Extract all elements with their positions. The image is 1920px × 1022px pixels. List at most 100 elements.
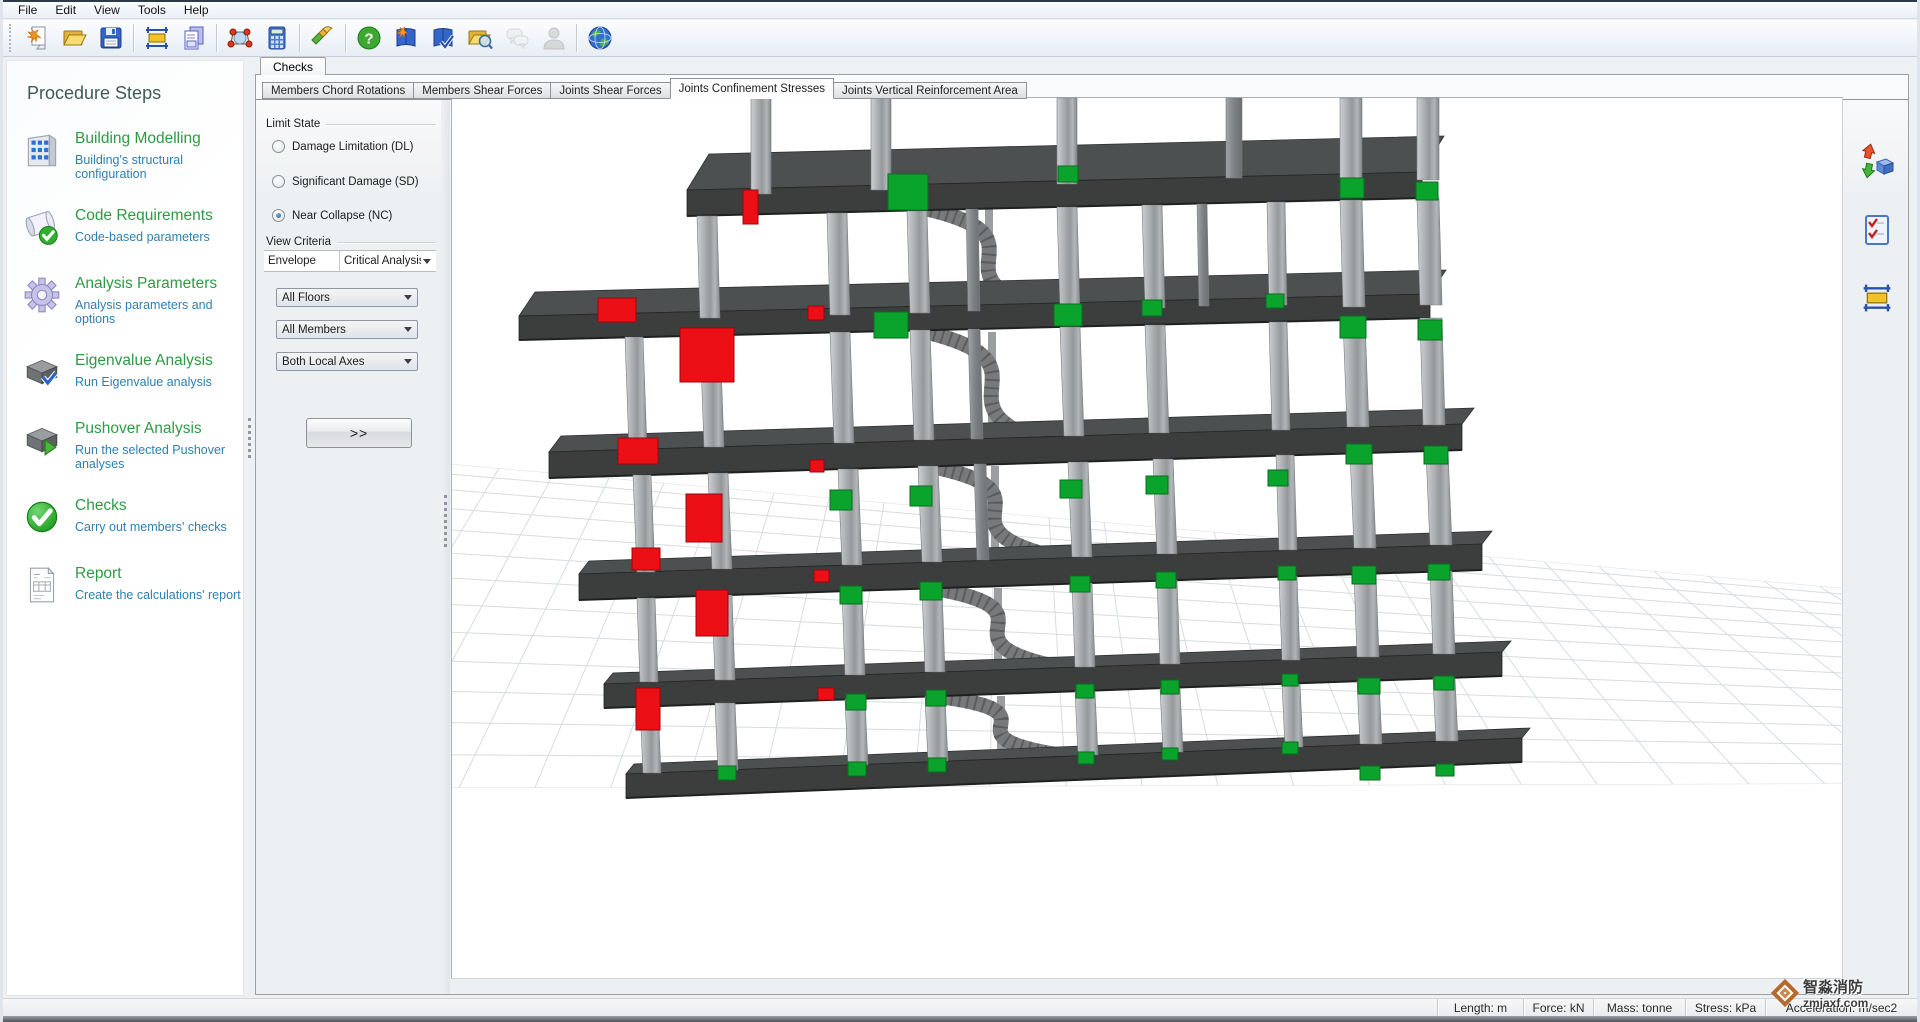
toolbar-separator xyxy=(345,24,346,52)
step-title: Checks xyxy=(75,497,127,514)
menu-help[interactable]: Help xyxy=(175,2,218,18)
local-axes-dropdown-value: Both Local Axes xyxy=(282,355,365,368)
step-subtitle: Code-based parameters xyxy=(75,230,210,244)
menu-bar: File Edit View Tools Help xyxy=(3,2,1917,19)
scroll-check-icon xyxy=(25,210,58,245)
sidebar-item-eigenvalue-analysis[interactable]: Eigenvalue Analysis Run Eigenvalue analys… xyxy=(19,326,243,394)
step-subtitle: Run the selected Pushover analyses xyxy=(75,443,226,471)
frame-element-icon xyxy=(1863,284,1891,312)
view-toolbar xyxy=(1846,97,1908,979)
sidebar-item-analysis-parameters[interactable]: Analysis Parameters Analysis parameters a… xyxy=(19,249,243,326)
toolbar-separator xyxy=(133,24,134,52)
step-subtitle: Run Eigenvalue analysis xyxy=(75,375,212,389)
checks-tab-page: Members Chord Rotations Members Shear Fo… xyxy=(255,74,1909,995)
subtab-members-chord-rotations[interactable]: Members Chord Rotations xyxy=(262,82,415,99)
envelope-label: Envelope xyxy=(264,251,340,271)
support-button[interactable] xyxy=(535,22,572,55)
splitter-handle-icon xyxy=(444,495,447,547)
new-project-button[interactable] xyxy=(18,22,55,55)
building-icon xyxy=(27,134,57,167)
step-subtitle: Create the calculations' report xyxy=(75,588,241,602)
sidebar-item-pushover-analysis[interactable]: Pushover Analysis Run the selected Pushov… xyxy=(19,394,243,471)
subtab-joints-confinement-stresses[interactable]: Joints Confinement Stresses xyxy=(669,78,835,99)
menu-view[interactable]: View xyxy=(85,2,129,18)
sidebar-splitter[interactable] xyxy=(246,60,254,996)
subtab-members-shear-forces[interactable]: Members Shear Forces xyxy=(413,82,552,99)
website-button[interactable] xyxy=(581,22,618,55)
chevron-down-icon xyxy=(404,295,412,300)
forum-button[interactable] xyxy=(498,22,535,55)
help-button[interactable]: ? xyxy=(350,22,387,55)
status-stress-units: Stress: kPa xyxy=(1685,999,1765,1016)
toolbar-separator xyxy=(299,24,300,52)
open-project-button[interactable] xyxy=(55,22,92,55)
main-toolbar: ? xyxy=(3,20,1917,57)
paintbrush-icon xyxy=(310,26,333,45)
help-icon: ? xyxy=(357,26,380,50)
chevron-down-icon xyxy=(423,258,431,264)
radio-significant-damage[interactable]: Significant Damage (SD) xyxy=(272,175,419,188)
envelope-combo[interactable]: Envelope Critical Analysis xyxy=(264,250,436,272)
sidebar-item-code-requirements[interactable]: Code Requirements Code-based parameters xyxy=(19,181,243,249)
envelope-value: Critical Analysis xyxy=(344,255,421,267)
view-3d-model-button[interactable] xyxy=(221,22,258,55)
model-3d-icon xyxy=(227,28,252,48)
radio-damage-limitation[interactable]: Damage Limitation (DL) xyxy=(272,140,413,153)
criteria-panel: Limit State Damage Limitation (DL) Signi… xyxy=(262,100,440,994)
radio-icon xyxy=(272,209,285,222)
menu-file[interactable]: File xyxy=(9,2,46,18)
frame-view-button[interactable] xyxy=(1855,277,1899,319)
sidebar-item-report[interactable]: Report Create the calculations' report xyxy=(19,539,243,607)
checks-list-button[interactable] xyxy=(1855,209,1899,251)
user-icon xyxy=(542,27,565,50)
menu-tools[interactable]: Tools xyxy=(129,2,175,18)
sidebar-item-checks[interactable]: Checks Carry out members' checks xyxy=(19,471,243,539)
toolbar-separator xyxy=(216,24,217,52)
tab-checks[interactable]: Checks xyxy=(260,57,327,75)
radio-label: Damage Limitation (DL) xyxy=(292,140,414,153)
globe-icon xyxy=(588,26,611,50)
toolbar-grip[interactable] xyxy=(9,24,13,52)
panel-splitter[interactable] xyxy=(441,100,450,994)
chevron-down-icon xyxy=(404,359,412,364)
radio-near-collapse[interactable]: Near Collapse (NC) xyxy=(272,209,392,222)
chip-play-icon xyxy=(25,427,59,456)
subtab-joints-vertical-reinforcement-area[interactable]: Joints Vertical Reinforcement Area xyxy=(833,82,1027,99)
subtab-joints-shear-forces[interactable]: Joints Shear Forces xyxy=(550,82,671,99)
chip-check-icon xyxy=(25,359,59,388)
sidebar-item-building-modelling[interactable]: Building Modelling Building's structural … xyxy=(19,104,243,181)
step-title: Analysis Parameters xyxy=(75,275,218,292)
model-3d-viewport[interactable] xyxy=(451,97,1843,979)
radio-icon xyxy=(272,175,285,188)
calculations-button[interactable] xyxy=(258,22,295,55)
deformed-shape-button[interactable] xyxy=(1855,139,1899,181)
report-button[interactable] xyxy=(175,22,212,55)
step-title: Report xyxy=(75,565,122,582)
step-title: Code Requirements xyxy=(75,207,213,224)
save-icon xyxy=(100,27,121,49)
chevron-down-icon xyxy=(404,327,412,332)
status-length-units: Length: m xyxy=(1437,999,1523,1016)
examples-button[interactable] xyxy=(461,22,498,55)
display-options-button[interactable] xyxy=(304,22,341,55)
toolbar-separator xyxy=(576,24,577,52)
local-axes-dropdown[interactable]: Both Local Axes xyxy=(276,352,418,371)
status-force-units: Force: kN xyxy=(1523,999,1593,1016)
user-manual-button[interactable] xyxy=(424,22,461,55)
building-modeller-button[interactable] xyxy=(138,22,175,55)
new-file-icon xyxy=(26,26,45,50)
building-3d-render xyxy=(452,97,1842,799)
status-mass-units: Mass: tonne xyxy=(1593,999,1685,1016)
save-button[interactable] xyxy=(92,22,129,55)
apply-button[interactable]: >> xyxy=(306,418,412,448)
application-window: File Edit View Tools Help ? Procedure St… xyxy=(0,0,1920,1022)
members-dropdown[interactable]: All Members xyxy=(276,320,418,339)
floors-dropdown[interactable]: All Floors xyxy=(276,288,418,307)
main-area: Checks Members Chord Rotations Members S… xyxy=(255,57,1911,998)
frame-element-icon xyxy=(145,27,168,49)
procedure-steps-sidebar: Procedure Steps Building Modelling Buildi… xyxy=(6,60,244,996)
status-acceleration-units: Acceleration: m/sec2 xyxy=(1765,999,1917,1016)
menu-edit[interactable]: Edit xyxy=(46,2,85,18)
splitter-handle-icon xyxy=(248,418,251,458)
tutorial-button[interactable] xyxy=(387,22,424,55)
